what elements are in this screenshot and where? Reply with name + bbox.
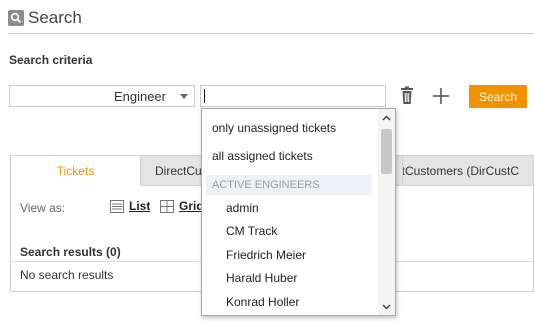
chevron-down-icon [180, 93, 188, 99]
option-unassigned[interactable]: only unassigned tickets [212, 121, 336, 135]
view-list-label: List [129, 199, 151, 213]
option-engineer[interactable]: Harald Huber [226, 271, 297, 285]
criteria-field-select[interactable]: Engineer [9, 85, 195, 107]
view-grid-toggle[interactable]: Grid [160, 199, 204, 213]
option-engineer[interactable]: Konrad Holler [226, 295, 299, 309]
page-title: Search [28, 8, 82, 27]
search-icon [8, 10, 24, 26]
search-criteria-title: Search criteria [9, 53, 93, 67]
option-assigned[interactable]: all assigned tickets [212, 149, 313, 163]
criteria-value-input[interactable] [200, 85, 386, 107]
criteria-field-value: Engineer [113, 88, 166, 104]
view-as-label: View as: [20, 201, 66, 215]
trash-icon[interactable] [398, 86, 416, 106]
option-engineer[interactable]: CM Track [226, 224, 277, 238]
list-icon [110, 199, 124, 213]
view-list-toggle[interactable]: List [110, 199, 150, 213]
search-button[interactable]: Search [469, 85, 527, 108]
text-cursor [204, 89, 205, 103]
results-title: Search results (0) [20, 245, 121, 259]
option-engineer[interactable]: admin [226, 201, 259, 215]
dropdown-scrollbar[interactable] [378, 109, 395, 315]
results-empty-message: No search results [20, 268, 114, 282]
grid-icon [160, 199, 174, 213]
scrollbar-thumb[interactable] [381, 129, 392, 174]
page-header: Search [8, 6, 82, 30]
chevron-down-icon[interactable] [378, 298, 395, 315]
add-criteria-icon[interactable] [431, 86, 451, 106]
tab-direct-customers-2[interactable]: rectCustomers (DirCustC [385, 155, 534, 186]
group-active-engineers: ACTIVE ENGINEERS [206, 175, 372, 195]
option-engineer[interactable]: Friedrich Meier [226, 248, 306, 262]
header-divider [8, 33, 534, 34]
view-grid-label: Grid [179, 199, 204, 213]
engineer-dropdown[interactable]: only unassigned tickets all assigned tic… [201, 108, 396, 316]
chevron-up-icon[interactable] [378, 109, 395, 126]
tab-tickets[interactable]: Tickets [10, 155, 141, 186]
